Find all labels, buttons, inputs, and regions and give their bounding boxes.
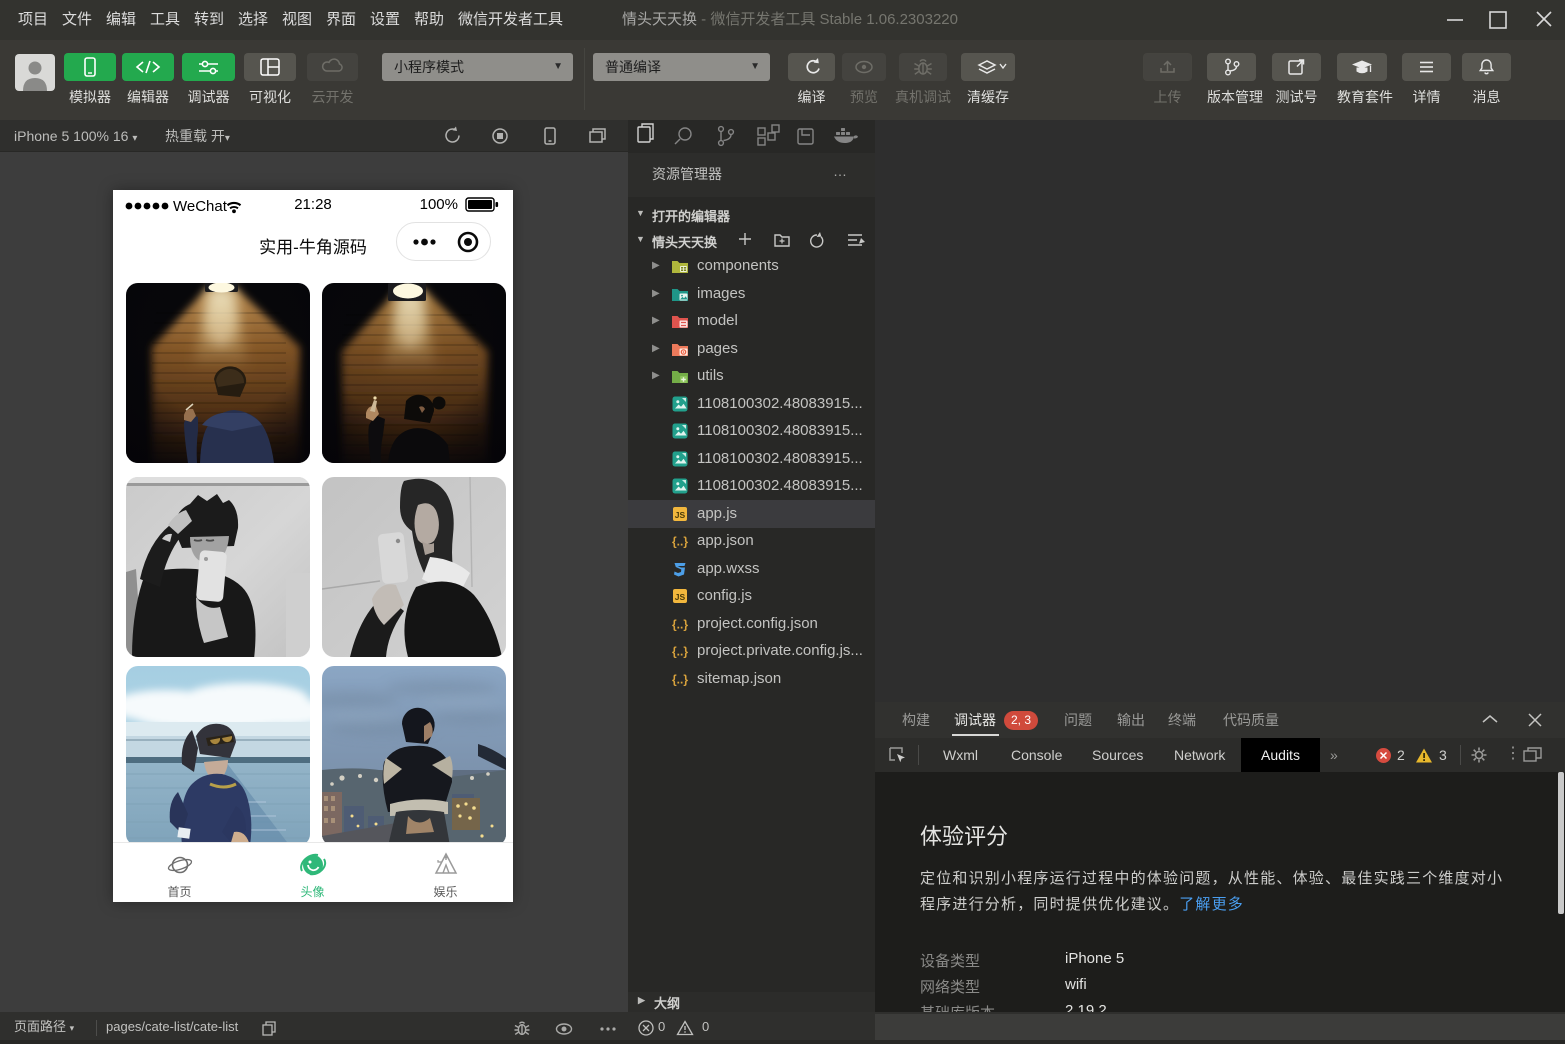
svg-text:JS: JS (675, 510, 686, 520)
svg-text:WeChat: WeChat (173, 198, 228, 215)
svg-text:{..}: {..} (672, 645, 688, 659)
svg-text:{..}: {..} (672, 535, 688, 549)
svg-text:{..}: {..} (672, 673, 688, 687)
svg-text:{..}: {..} (672, 618, 688, 632)
svg-text:JS: JS (675, 592, 686, 602)
